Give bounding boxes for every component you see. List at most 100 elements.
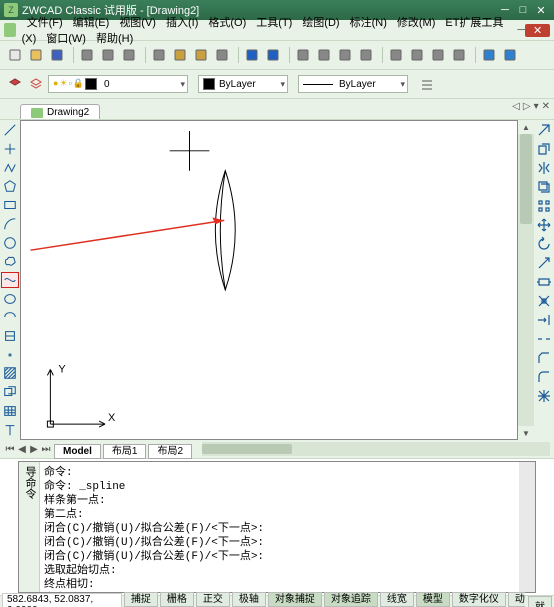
menu-n[interactable]: 标注(N): [345, 15, 392, 31]
toolpal-icon[interactable]: [429, 46, 447, 64]
menu-i[interactable]: 插入(I): [161, 15, 203, 31]
status-3[interactable]: 极轴: [232, 592, 266, 607]
drawing-canvas[interactable]: Y X: [20, 120, 518, 440]
command-window[interactable]: 导命令 命令: 命令: _spline 样条第一点: 第二点: 闭合(C)/撤销…: [18, 461, 536, 593]
block-icon[interactable]: [1, 328, 19, 345]
point-icon[interactable]: [1, 346, 19, 363]
scroll-up-icon[interactable]: ▲: [518, 120, 534, 134]
close-button[interactable]: ✕: [532, 3, 550, 17]
menu-t[interactable]: 工具(T): [251, 15, 297, 31]
search-icon[interactable]: [480, 46, 498, 64]
rotate-icon[interactable]: [536, 236, 552, 252]
coordinates[interactable]: 582.6843, 52.0837, 0.0000: [2, 593, 122, 607]
erase-icon[interactable]: [536, 122, 552, 138]
zoomp-icon[interactable]: [357, 46, 375, 64]
zoomw-icon[interactable]: [336, 46, 354, 64]
layout-tab-0[interactable]: Model: [54, 444, 101, 459]
linetype-combo[interactable]: ByLayer: [298, 75, 408, 93]
scale-icon[interactable]: [536, 255, 552, 271]
spline-icon[interactable]: [1, 272, 19, 289]
pan-icon[interactable]: [294, 46, 312, 64]
polygon-icon[interactable]: [1, 178, 19, 195]
mirror-icon[interactable]: [536, 160, 552, 176]
tabnav-next-icon[interactable]: ▷: [523, 101, 531, 112]
calc-icon[interactable]: [450, 46, 468, 64]
zoom-icon[interactable]: [315, 46, 333, 64]
revcloud-icon[interactable]: [1, 253, 19, 270]
ellipse-icon[interactable]: [1, 290, 19, 307]
doc-tab-drawing2[interactable]: Drawing2: [20, 104, 100, 119]
layer-manager-icon[interactable]: [6, 75, 24, 93]
color-combo[interactable]: ByLayer: [198, 75, 288, 93]
layer-states-icon[interactable]: [27, 75, 45, 93]
menu-o[interactable]: 格式(O): [203, 15, 251, 31]
print-icon[interactable]: [78, 46, 96, 64]
status-7[interactable]: 模型: [416, 592, 450, 607]
layout-first-icon[interactable]: ⏮: [4, 444, 16, 455]
offset-icon[interactable]: [536, 179, 552, 195]
ellipsearc-icon[interactable]: [1, 309, 19, 326]
layer-combo[interactable]: ●☀▫🔒 0: [48, 75, 188, 93]
tabnav-prev-icon[interactable]: ◁: [512, 101, 520, 112]
layout-tab-1[interactable]: 布局1: [103, 444, 147, 459]
menu-d[interactable]: 绘图(D): [297, 15, 344, 31]
hscroll-thumb[interactable]: [202, 444, 292, 454]
pline-icon[interactable]: [1, 159, 19, 176]
new-icon[interactable]: [6, 46, 24, 64]
stretch-icon[interactable]: [536, 274, 552, 290]
command-text[interactable]: 命令: 命令: _spline 样条第一点: 第二点: 闭合(C)/撤销(U)/…: [40, 462, 519, 592]
copy-icon[interactable]: [536, 141, 552, 157]
fillet-icon[interactable]: [536, 369, 552, 385]
table-icon[interactable]: [1, 403, 19, 420]
extend-icon[interactable]: [536, 312, 552, 328]
text-icon[interactable]: [1, 421, 19, 438]
move-icon[interactable]: [536, 217, 552, 233]
trim-icon[interactable]: [536, 293, 552, 309]
status-1[interactable]: 栅格: [160, 592, 194, 607]
status-0[interactable]: 捕捉: [124, 592, 158, 607]
doc-minimize-button[interactable]: ─: [517, 24, 525, 36]
status-2[interactable]: 正交: [196, 592, 230, 607]
dc-icon[interactable]: [408, 46, 426, 64]
explode-icon[interactable]: [536, 388, 552, 404]
line-icon[interactable]: [1, 122, 19, 139]
status-8[interactable]: 数字化仪: [452, 592, 506, 607]
vscroll-thumb[interactable]: [520, 134, 532, 224]
hatch-icon[interactable]: [1, 365, 19, 382]
open-icon[interactable]: [27, 46, 45, 64]
menu-e[interactable]: 编辑(E): [68, 15, 115, 31]
status-4[interactable]: 对象捕捉: [268, 592, 322, 607]
menu-w[interactable]: 窗口(W): [41, 31, 91, 47]
rect-icon[interactable]: [1, 197, 19, 214]
match-icon[interactable]: [213, 46, 231, 64]
vscrollbar[interactable]: ▲ ▼: [518, 120, 534, 440]
preview-icon[interactable]: [99, 46, 117, 64]
xline-icon[interactable]: [1, 141, 19, 158]
props-icon[interactable]: [387, 46, 405, 64]
hscrollbar[interactable]: [202, 442, 550, 456]
tabnav-menu-icon[interactable]: ▾: [534, 101, 539, 112]
lineweight-icon[interactable]: [418, 75, 436, 93]
menu-v[interactable]: 视图(V): [114, 15, 161, 31]
doc-close-button[interactable]: ✕: [525, 24, 550, 37]
menu-h[interactable]: 帮助(H): [91, 31, 138, 47]
layout-tab-2[interactable]: 布局2: [148, 444, 192, 459]
region-icon[interactable]: [1, 384, 19, 401]
status-5[interactable]: 对象追踪: [324, 592, 378, 607]
scroll-down-icon[interactable]: ▼: [518, 426, 534, 440]
status-end[interactable]: 就: [528, 596, 552, 607]
menu-f[interactable]: 文件(F): [22, 15, 68, 31]
circle-icon[interactable]: [1, 234, 19, 251]
layout-last-icon[interactable]: ⏭: [40, 444, 52, 455]
command-scrollbar[interactable]: [519, 462, 535, 592]
menu-m[interactable]: 修改(M): [392, 15, 441, 31]
layout-next-icon[interactable]: ▶: [28, 444, 40, 455]
break-icon[interactable]: [536, 331, 552, 347]
help-icon[interactable]: [501, 46, 519, 64]
tabnav-close-icon[interactable]: ✕: [542, 101, 550, 112]
arc-icon[interactable]: [1, 216, 19, 233]
status-6[interactable]: 线宽: [380, 592, 414, 607]
redo-icon[interactable]: [264, 46, 282, 64]
copy2-icon[interactable]: [171, 46, 189, 64]
paste-icon[interactable]: [192, 46, 210, 64]
